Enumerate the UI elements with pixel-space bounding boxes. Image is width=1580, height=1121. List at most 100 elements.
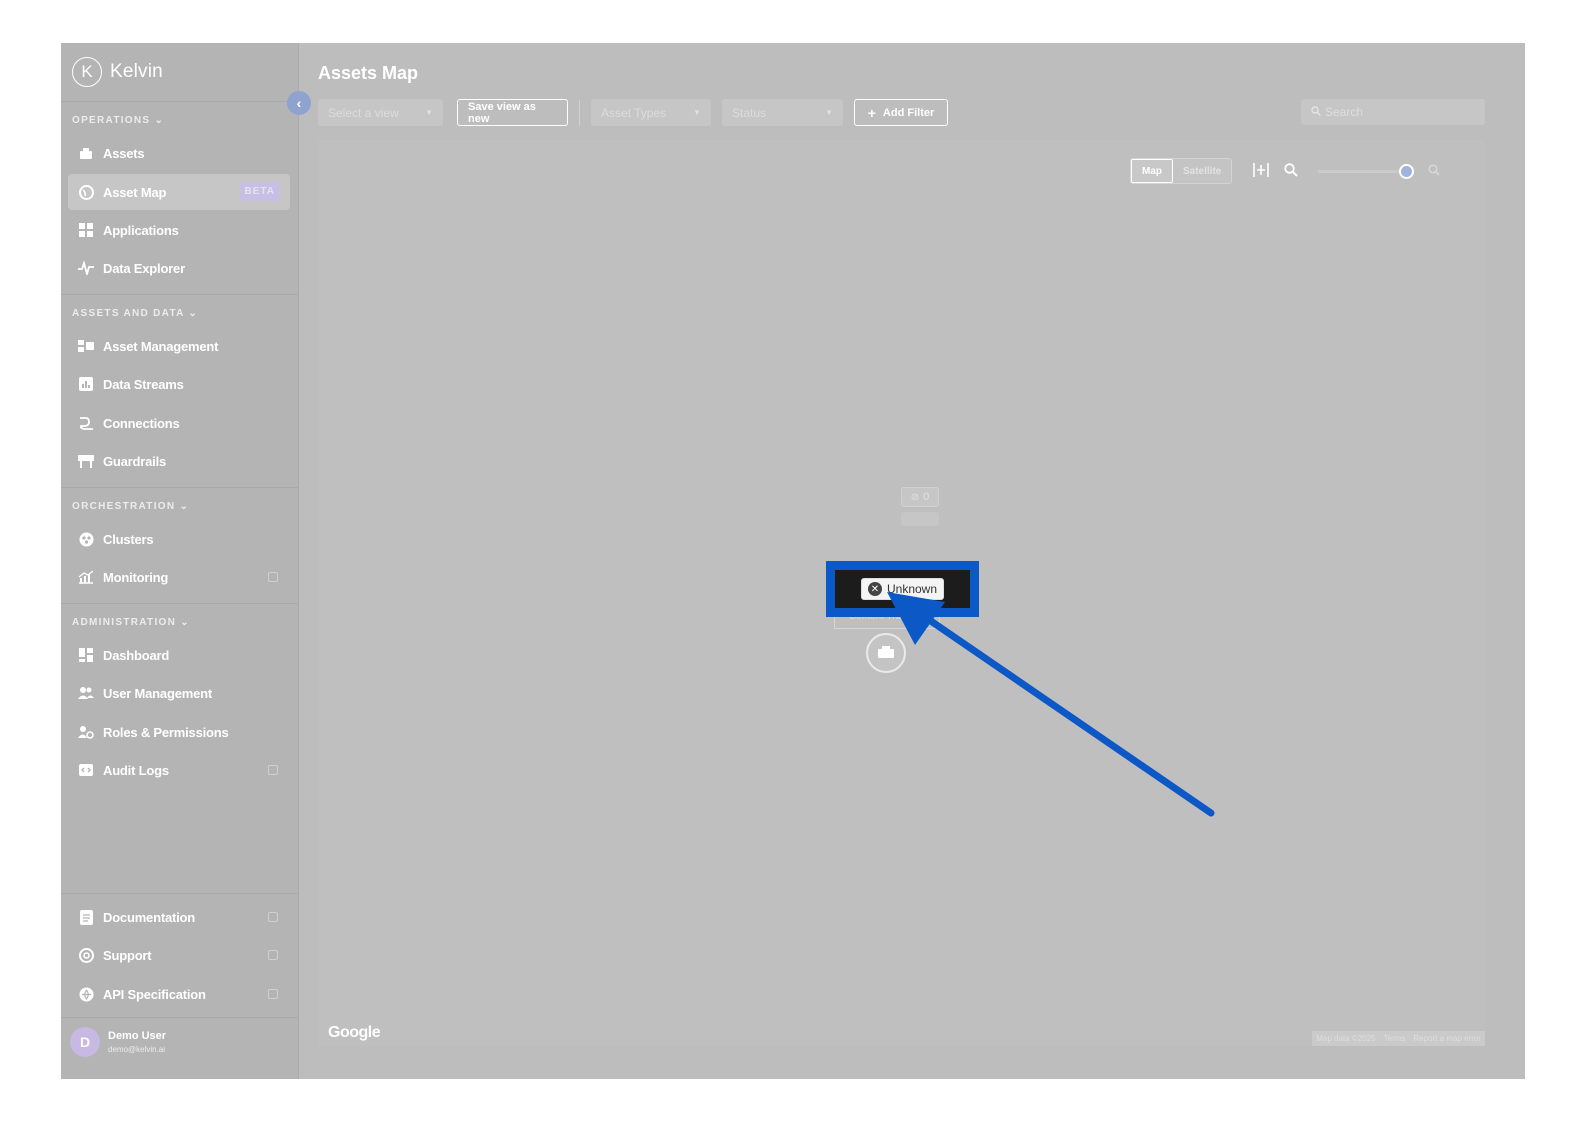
support-icon xyxy=(78,947,94,963)
sidebar-item-label: Documentation xyxy=(103,909,196,925)
search-input[interactable]: Search xyxy=(1301,99,1485,125)
sidebar-item-label: Clusters xyxy=(103,531,154,547)
zoom-out-icon[interactable] xyxy=(1284,162,1299,180)
sidebar: K Kelvin OPERATIONS ⌄ Assets Asset Map B… xyxy=(61,43,299,1079)
api-icon xyxy=(78,986,94,1002)
divider xyxy=(61,893,299,894)
alarm-count: 0 xyxy=(923,491,930,503)
sidebar-item-dashboard[interactable]: Dashboard xyxy=(68,637,290,673)
sidebar-item-guardrails[interactable]: Guardrails xyxy=(68,443,290,479)
user-profile[interactable]: D Demo User demo@kelvin.ai xyxy=(70,1027,166,1057)
map-type-map-button[interactable]: Map xyxy=(1131,159,1173,183)
apps-icon xyxy=(78,222,94,238)
asset-types-filter[interactable]: Asset Types ▼ xyxy=(591,99,711,126)
monitoring-icon xyxy=(78,569,94,585)
globe-icon xyxy=(78,184,94,200)
view-select[interactable]: Select a view ▼ xyxy=(318,99,443,126)
section-operations[interactable]: OPERATIONS ⌄ xyxy=(72,115,164,126)
audit-icon xyxy=(78,762,94,778)
sidebar-item-audit-logs[interactable]: Audit Logs xyxy=(68,752,290,788)
sidebar-item-label: Roles & Permissions xyxy=(103,724,229,740)
sidebar-item-label: Guardrails xyxy=(103,453,167,469)
brand-name: Kelvin xyxy=(110,61,163,82)
divider xyxy=(61,603,299,604)
add-filter-label: Add Filter xyxy=(882,106,935,119)
fit-bounds-icon[interactable] xyxy=(1252,162,1270,181)
beta-badge: BETA xyxy=(239,182,280,201)
map-attribution: Map data ©2025 Terms Report a map error xyxy=(1312,1031,1485,1046)
status-filter[interactable]: Status ▼ xyxy=(722,99,843,126)
asset-map-marker[interactable] xyxy=(866,633,906,673)
sidebar-item-user-management[interactable]: User Management xyxy=(68,675,290,711)
sidebar-item-label: Connections xyxy=(103,415,180,431)
sidebar-item-monitoring[interactable]: Monitoring xyxy=(68,559,290,595)
map-type-satellite-button[interactable]: Satellite xyxy=(1173,159,1231,183)
collapse-sidebar-button[interactable]: ‹ xyxy=(287,91,311,115)
assets-icon xyxy=(78,145,94,161)
section-assets-and-data[interactable]: ASSETS AND DATA ⌄ xyxy=(72,308,198,319)
sidebar-item-clusters[interactable]: Clusters xyxy=(68,521,290,557)
page-title: Assets Map xyxy=(318,63,419,83)
sidebar-item-label: Assets xyxy=(103,145,145,161)
external-link-icon xyxy=(268,950,278,960)
add-filter-button[interactable]: + Add Filter xyxy=(854,99,948,126)
sidebar-item-label: Asset Management xyxy=(103,338,219,354)
view-select-value: Select a view xyxy=(328,105,399,120)
external-link-icon xyxy=(268,572,278,582)
highlight-box: ✕ Unknown xyxy=(826,561,979,617)
section-orchestration[interactable]: ORCHESTRATION ⌄ xyxy=(72,501,189,512)
plus-icon: + xyxy=(867,104,876,121)
kelvin-logo[interactable]: K Kelvin xyxy=(72,57,163,87)
asset-management-icon xyxy=(78,338,94,354)
divider xyxy=(61,294,299,295)
user-name: Demo User xyxy=(108,1030,167,1042)
divider xyxy=(61,1017,299,1018)
highlight-inner: ✕ Unknown xyxy=(835,570,970,608)
section-administration[interactable]: ADMINISTRATION ⌄ xyxy=(72,617,190,628)
report-error-link[interactable]: Report a map error xyxy=(1413,1034,1481,1043)
connections-icon xyxy=(78,415,94,431)
chevron-left-icon: ‹ xyxy=(296,95,302,111)
zoom-slider[interactable] xyxy=(1318,163,1415,179)
sidebar-item-label: Monitoring xyxy=(103,569,169,585)
status-chip-label: Unknown xyxy=(886,582,938,596)
caret-down-icon: ▼ xyxy=(693,108,701,117)
sidebar-item-label: Audit Logs xyxy=(103,762,169,778)
zoom-slider-handle[interactable] xyxy=(1399,163,1415,179)
zoom-in-icon[interactable] xyxy=(1428,163,1440,179)
sidebar-item-asset-map[interactable]: Asset Map BETA xyxy=(68,174,290,210)
terms-link[interactable]: Terms xyxy=(1384,1034,1406,1043)
pulse-icon xyxy=(78,260,94,276)
search-placeholder: Search xyxy=(1325,105,1364,119)
sidebar-item-roles-permissions[interactable]: Roles & Permissions xyxy=(68,714,290,750)
sidebar-item-data-explorer[interactable]: Data Explorer xyxy=(68,250,290,286)
map-controls: Map Satellite xyxy=(1130,158,1440,184)
map-data-credit: Map data ©2025 xyxy=(1316,1034,1376,1043)
alarm-count-badge: ⊘ 0 xyxy=(901,487,939,507)
marker-badge xyxy=(901,512,939,526)
sidebar-item-applications[interactable]: Applications xyxy=(68,212,290,248)
caret-down-icon: ▼ xyxy=(825,108,833,117)
link-off-icon: ⊘ xyxy=(910,491,920,503)
status-chip-unknown[interactable]: ✕ Unknown xyxy=(860,578,945,600)
sidebar-item-connections[interactable]: Connections xyxy=(68,405,290,441)
save-view-button[interactable]: Save view as new xyxy=(457,99,568,126)
sidebar-item-data-streams[interactable]: Data Streams xyxy=(68,366,290,402)
sidebar-item-asset-management[interactable]: Asset Management xyxy=(68,328,290,364)
divider xyxy=(61,487,299,488)
sidebar-item-label: API Specification xyxy=(103,986,206,1002)
sidebar-item-label: Applications xyxy=(103,222,179,238)
avatar: D xyxy=(70,1027,100,1057)
external-link-icon xyxy=(268,765,278,775)
map-canvas[interactable]: Map Satellite ⊘ 0 Cement Truck 01 ✕ Unkn… xyxy=(318,140,1485,1046)
google-logo: Google xyxy=(328,1024,381,1041)
toolbar-divider xyxy=(579,100,580,126)
search-icon xyxy=(1311,105,1321,119)
caret-down-icon: ▼ xyxy=(425,108,433,117)
sidebar-item-support[interactable]: Support xyxy=(68,937,290,973)
sidebar-item-assets[interactable]: Assets xyxy=(68,135,290,171)
kelvin-logo-icon: K xyxy=(72,57,102,87)
sidebar-item-label: Support xyxy=(103,947,152,963)
sidebar-item-documentation[interactable]: Documentation xyxy=(68,899,290,935)
sidebar-item-api-specification[interactable]: API Specification xyxy=(68,976,290,1012)
